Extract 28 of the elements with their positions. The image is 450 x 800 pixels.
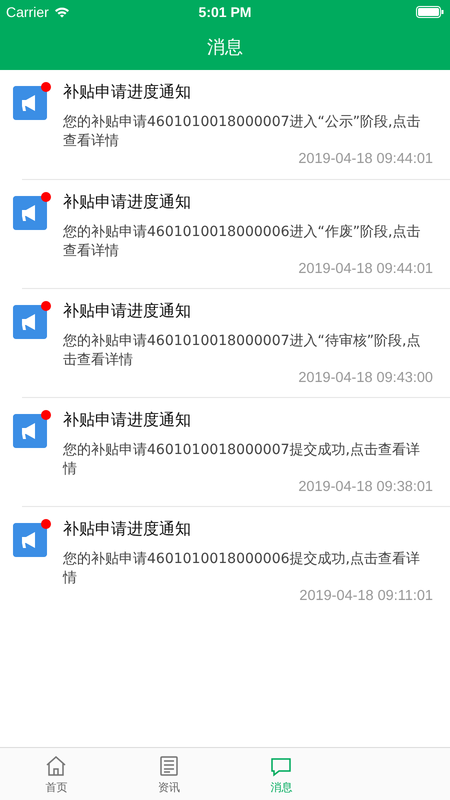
message-title[interactable]: 补贴申请进度通知 [63, 82, 433, 103]
message-text: 您的补贴申请4601010018000007进入“公示”阶段,点击查看详情 [63, 113, 422, 151]
battery-icon [416, 6, 444, 18]
carrier-label: Carrier [6, 4, 49, 20]
megaphone-icon [13, 523, 47, 557]
message-text: 您的补贴申请4601010018000007提交成功,点击查看详情 [63, 441, 421, 479]
message-text: 您的补贴申请4601010018000006进入“作废”阶段,点击查看详情 [63, 223, 422, 261]
message-time: 2019-04-18 09:44:01 [298, 151, 433, 167]
home-icon [44, 754, 68, 778]
megaphone-icon [13, 305, 47, 339]
message-time: 2019-04-18 09:43:00 [298, 370, 433, 386]
megaphone-icon [13, 196, 47, 230]
status-time: 5:01 PM [198, 4, 252, 20]
message-title[interactable]: 补贴申请进度通知 [63, 301, 433, 322]
message-title[interactable]: 补贴申请进度通知 [63, 410, 433, 431]
wifi-icon [54, 6, 70, 18]
message-time: 2019-04-18 09:44:01 [298, 261, 433, 277]
tab-bar-item[interactable]: 首页 [0, 748, 112, 800]
message-text: 您的补贴申请4601010018000006提交成功,点击查看详情 [63, 550, 421, 588]
message-time: 2019-04-18 09:38:01 [298, 479, 433, 495]
message-text: 您的补贴申请4601010018000007进入“待审核”阶段,点击查看详情 [63, 332, 422, 370]
tab-bar-item[interactable]: 资讯 [112, 748, 225, 800]
message-title[interactable]: 补贴申请进度通知 [63, 192, 433, 213]
page-title: 消息 [207, 36, 243, 59]
message-title[interactable]: 补贴申请进度通知 [63, 519, 433, 540]
megaphone-icon [13, 86, 47, 120]
megaphone-icon [13, 414, 47, 448]
message-time: 2019-04-18 09:11:01 [299, 588, 433, 604]
